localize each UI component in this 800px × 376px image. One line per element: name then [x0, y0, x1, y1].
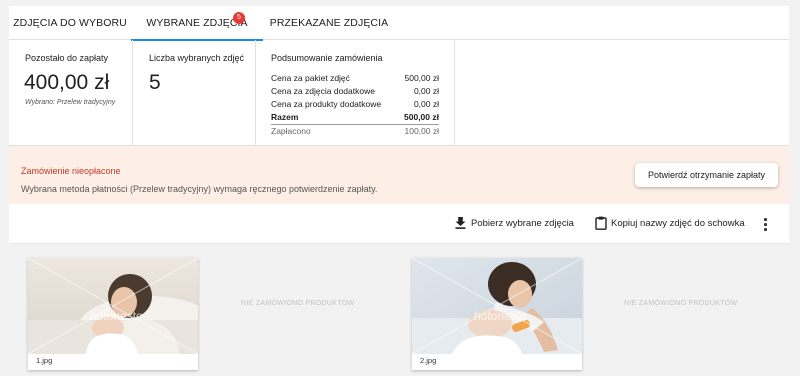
- alert-title: Zamówienie nieopłacone: [21, 166, 121, 176]
- alert-message: Wybrana metoda płatności (Przelew tradyc…: [21, 184, 378, 194]
- tab-photos-to-choose[interactable]: ZDJĘCIA DO WYBORU: [9, 6, 131, 40]
- summary-total-label: Razem: [271, 112, 299, 123]
- remaining-payment-card: Pozostało do zapłaty 400,00 zł Wybrano: …: [9, 40, 133, 146]
- summary-row: Cena za pakiet zdjęć 500,00 zł: [271, 71, 439, 84]
- photo-thumbnail: hotonesto: [412, 258, 582, 354]
- summary-row-label: Cena za produkty dodatkowe: [271, 99, 382, 110]
- photo-thumbnail: hotonesto: [28, 258, 198, 354]
- summary-row: Cena za zdjęcia dodatkowe 0,00 zł: [271, 84, 439, 97]
- summary-total-value: 500,00 zł: [404, 112, 439, 123]
- no-products-label: NIE ZAMÓWIONO PRODUKTÓW: [241, 300, 355, 307]
- watermark-text: hotonesto: [90, 309, 143, 323]
- summary-row-value: 0,00 zł: [413, 99, 439, 110]
- order-summary-card: Podsumowanie zamówienia Cena za pakiet z…: [256, 40, 455, 146]
- unpaid-alert: Zamówienie nieopłacone Wybrana metoda pł…: [9, 146, 789, 204]
- order-summary-title: Podsumowanie zamówienia: [271, 53, 383, 63]
- summary-paid-value: 100,00 zł: [398, 123, 439, 138]
- tab-bar: ZDJĘCIA DO WYBORU WYBRANE ZDJĘCIA 5 PRZE…: [9, 6, 789, 41]
- copy-names-label: Kopiuj nazwy zdjęć do schowka: [611, 218, 745, 229]
- order-summary-table: Cena za pakiet zdjęć 500,00 zł Cena za z…: [271, 71, 439, 138]
- selected-count-label: Liczba wybranych zdjęć: [149, 53, 245, 63]
- summary-row-value: 500,00 zł: [404, 72, 440, 83]
- remaining-value: 400,00 zł: [24, 71, 110, 94]
- download-icon: [455, 217, 466, 229]
- summary-total-row: Razem 500,00 zł: [271, 111, 439, 124]
- photo-card[interactable]: hotonesto 2.jpg: [412, 258, 582, 370]
- confirm-payment-button[interactable]: Potwierdź otrzymanie zapłaty: [635, 163, 778, 187]
- photo-card[interactable]: hotonesto 1.jpg: [28, 258, 198, 370]
- watermark-text: hotonesto: [474, 309, 527, 323]
- summary-paid-row: Zapłacono 100,00 zł: [271, 123, 439, 138]
- remaining-label: Pozostało do zapłaty: [25, 53, 109, 63]
- summary-row-label: Cena za zdjęcia dodatkowe: [271, 85, 375, 96]
- selected-photos-gallery: hotonesto 1.jpg NIE ZAMÓWIONO PRODUKTÓW: [9, 244, 789, 376]
- tab-selected-photos[interactable]: WYBRANE ZDJĘCIA: [131, 6, 263, 41]
- summary-paid-label: Zapłacono: [271, 123, 399, 138]
- selected-count-value: 5: [149, 71, 161, 94]
- summary-row: Cena za produkty dodatkowe 0,00 zł: [271, 98, 439, 111]
- more-vert-icon[interactable]: [760, 216, 770, 232]
- actions-toolbar: Pobierz wybrane zdjęcia Kopiuj nazwy zdj…: [9, 204, 789, 244]
- clipboard-icon: [595, 216, 607, 230]
- download-selected-label: Pobierz wybrane zdjęcia: [471, 218, 574, 229]
- summary-row-value: 0,00 zł: [413, 85, 439, 96]
- order-stats: Pozostało do zapłaty 400,00 zł Wybrano: …: [9, 40, 789, 146]
- tab-delivered-photos[interactable]: PRZEKAZANE ZDJĘCIA: [263, 6, 395, 40]
- app-frame: ZDJĘCIA DO WYBORU WYBRANE ZDJĘCIA 5 PRZE…: [9, 6, 789, 376]
- copy-names-button[interactable]: Kopiuj nazwy zdjęć do schowka: [595, 216, 745, 232]
- payment-method-note: Wybrano: Przelew tradycyjny: [25, 99, 116, 106]
- photo-filename: 1.jpg: [36, 356, 53, 365]
- summary-row-label: Cena za pakiet zdjęć: [271, 72, 350, 83]
- download-selected-button[interactable]: Pobierz wybrane zdjęcia: [455, 216, 575, 232]
- selected-count-badge: 5: [233, 12, 245, 24]
- photo-filename: 2.jpg: [420, 356, 437, 365]
- selected-count-card: Liczba wybranych zdjęć 5: [133, 40, 256, 146]
- no-products-label: NIE ZAMÓWIONO PRODUKTÓW: [624, 300, 738, 307]
